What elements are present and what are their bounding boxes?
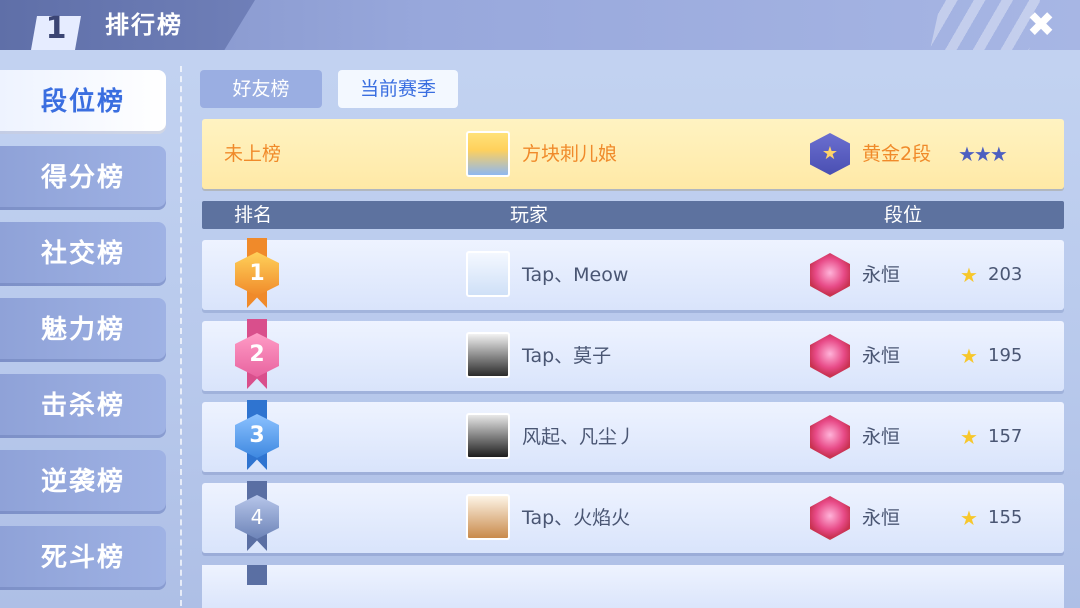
sidebar-item-rank[interactable]: 段位榜 [0, 70, 166, 134]
table-row[interactable] [202, 565, 1064, 608]
avatar[interactable] [466, 251, 510, 297]
player-name: Tap、火焰火 [522, 507, 631, 529]
tier-label: 永恒 [862, 426, 901, 448]
table-row[interactable]: 2 Tap、莫子 永恒 ★ 195 [202, 319, 1064, 391]
table-row[interactable]: 1 Tap、Meow 永恒 ★ 203 [202, 238, 1064, 310]
tier-emblem-icon: ★ [810, 133, 850, 175]
avatar[interactable] [466, 131, 510, 177]
sidebar-divider [180, 66, 182, 606]
sidebar-item-charm[interactable]: 魅力榜 [0, 298, 166, 362]
column-header-tier: 段位 [884, 204, 923, 226]
column-header-rank: 排名 [234, 204, 273, 226]
tier-emblem-icon [810, 415, 850, 459]
rank-medal-icon: 2 [232, 319, 282, 389]
sidebar-item-comeback[interactable]: 逆袭榜 [0, 450, 166, 514]
star-icon: ★ [960, 263, 978, 287]
tier-emblem-icon [810, 253, 850, 297]
table-row[interactable]: 3 风起、凡尘丿 永恒 ★ 157 [202, 400, 1064, 472]
star-icon: ★ [960, 344, 978, 368]
top-bar: 1 排行榜 ✖ [0, 0, 1080, 50]
avatar[interactable] [466, 413, 510, 459]
rank-medal-icon: 4 [232, 481, 282, 551]
star-count: 195 [988, 345, 1023, 366]
tier-stars-icon: ★★★ [958, 142, 1008, 166]
star-icon: ★ [960, 425, 978, 449]
star-count: 203 [988, 264, 1023, 285]
rank-medal-icon: 1 [232, 238, 282, 308]
category-sidebar: 段位榜 得分榜 社交榜 魅力榜 击杀榜 逆袭榜 死斗榜 [0, 66, 170, 606]
my-rank-row: 未上榜 方块刺儿娘 ★ 黄金2段 ★★★ [202, 119, 1064, 189]
tier-emblem-icon [810, 334, 850, 378]
star-count: 155 [988, 507, 1023, 528]
tier-emblem-icon [810, 496, 850, 540]
tab-current-season[interactable]: 当前赛季 [338, 70, 458, 108]
leaderboard-icon: 1 [28, 8, 84, 50]
tier-label: 永恒 [862, 507, 901, 529]
sidebar-item-social[interactable]: 社交榜 [0, 222, 166, 286]
table-header: 排名 玩家 段位 [202, 201, 1064, 229]
tier-label: 永恒 [862, 264, 901, 286]
tier-label: 永恒 [862, 345, 901, 367]
star-icon: ★ [960, 506, 978, 530]
player-name: 风起、凡尘丿 [522, 426, 637, 448]
table-row[interactable]: 4 Tap、火焰火 永恒 ★ 155 [202, 481, 1064, 553]
avatar[interactable] [466, 494, 510, 540]
sidebar-item-deathmatch[interactable]: 死斗榜 [0, 526, 166, 590]
star-count: 157 [988, 426, 1023, 447]
player-name: Tap、莫子 [522, 345, 612, 367]
close-icon[interactable]: ✖ [1020, 6, 1062, 44]
tab-friends[interactable]: 好友榜 [200, 70, 322, 108]
leaderboard-icon-digit: 1 [45, 11, 67, 46]
rank-ribbon [247, 565, 267, 585]
my-rank-status: 未上榜 [224, 143, 282, 165]
rank-medal-icon: 3 [232, 400, 282, 470]
sidebar-item-kills[interactable]: 击杀榜 [0, 374, 166, 438]
sidebar-item-score[interactable]: 得分榜 [0, 146, 166, 210]
player-name: Tap、Meow [522, 264, 629, 286]
page-title: 排行榜 [105, 11, 183, 39]
avatar[interactable] [466, 332, 510, 378]
my-player-name: 方块刺儿娘 [522, 143, 618, 165]
my-tier-label: 黄金2段 [862, 143, 932, 165]
column-header-player: 玩家 [510, 204, 549, 226]
